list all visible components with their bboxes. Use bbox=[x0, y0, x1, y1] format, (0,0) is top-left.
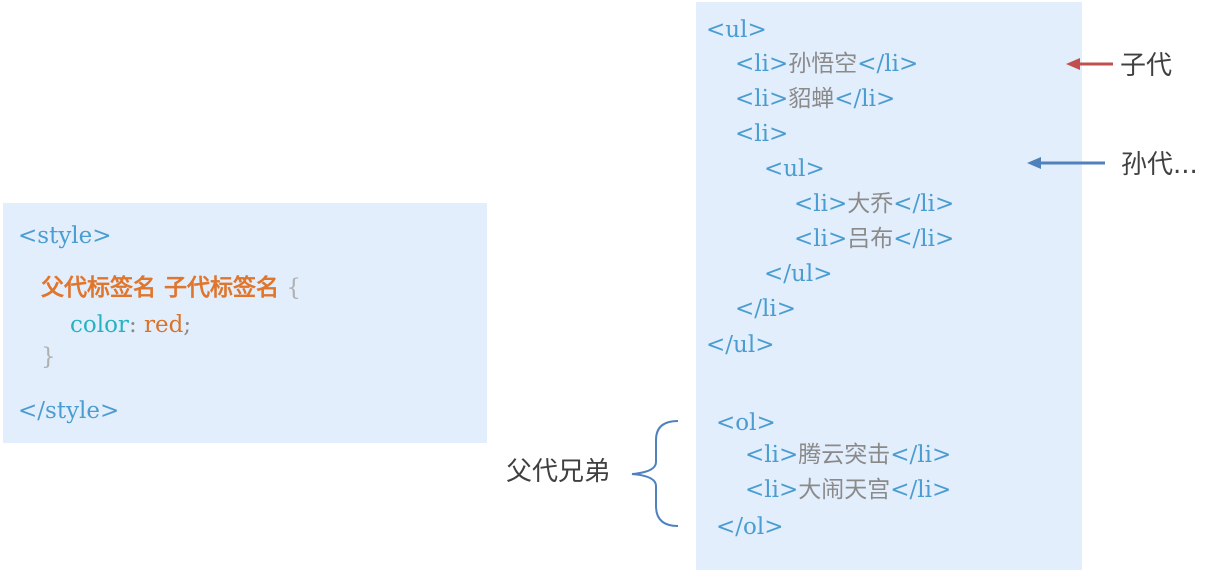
child-label: 子代 bbox=[1120, 51, 1173, 81]
sibling-label: 父代兄弟 bbox=[506, 457, 611, 487]
grandchild-label: 孙代... bbox=[1121, 150, 1198, 180]
sibling-bracket bbox=[631, 420, 679, 527]
child-arrow bbox=[1066, 58, 1113, 70]
grandchild-arrow bbox=[1027, 157, 1105, 169]
